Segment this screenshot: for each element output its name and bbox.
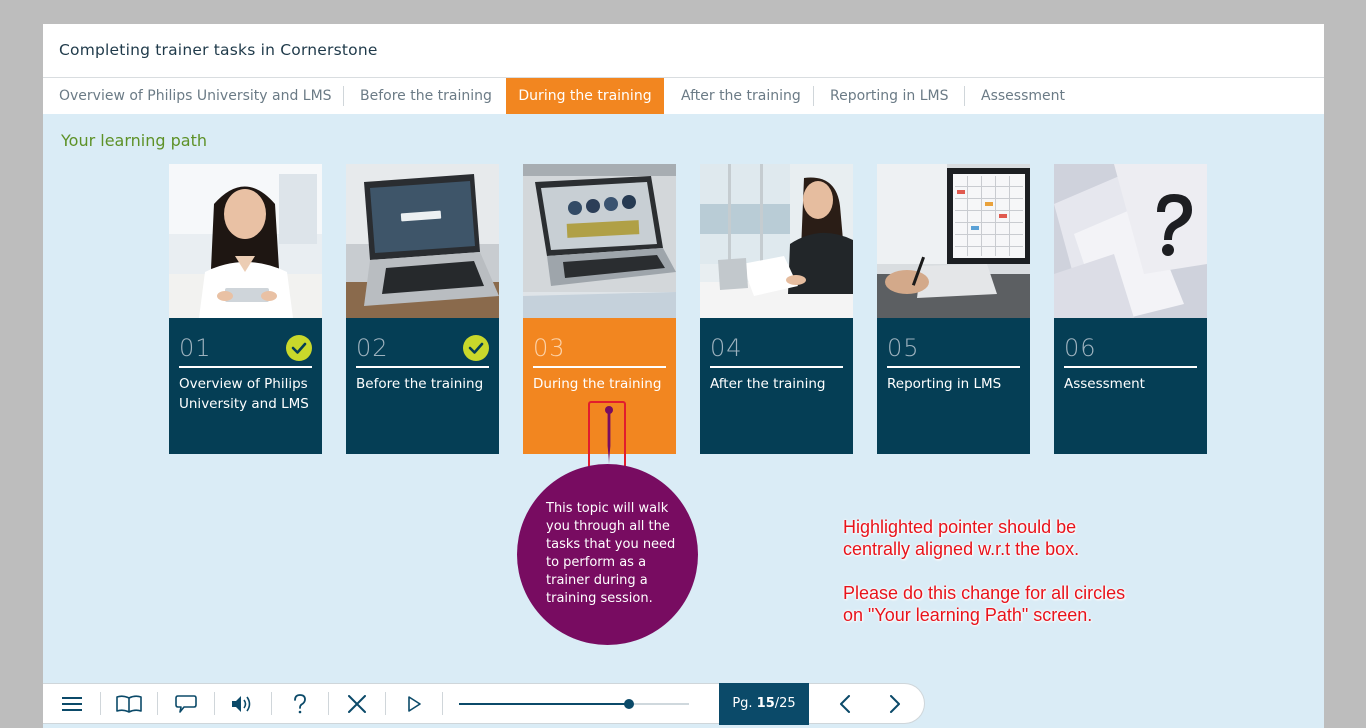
card-label: Assessment <box>1064 376 1145 392</box>
card-label: Before the training <box>356 376 484 392</box>
page-total: /25 <box>774 696 796 711</box>
card-panel: 02 Before the training <box>346 318 499 454</box>
previous-icon[interactable] <box>817 684 873 723</box>
play-icon[interactable] <box>386 684 442 723</box>
tooltip-text: This topic will walk you through all the… <box>546 501 676 606</box>
learning-card-06[interactable]: 06 Assessment <box>1054 164 1207 454</box>
close-icon[interactable] <box>329 684 385 723</box>
progress-slider[interactable] <box>459 699 689 709</box>
player-toolbar: Pg. 15/25 <box>43 683 925 725</box>
card-number: 06 <box>1064 334 1097 362</box>
card-label: Reporting in LMS <box>887 376 1002 392</box>
check-icon <box>286 335 312 361</box>
topic-tooltip: This topic will walk you through all the… <box>517 464 698 645</box>
menu-icon[interactable] <box>44 684 100 723</box>
section-title: Your learning path <box>61 131 207 150</box>
learning-card-01[interactable]: 01 Overview of Philips University and LM… <box>169 164 322 454</box>
woman-at-desk-image <box>700 164 853 318</box>
title-bar: Completing trainer tasks in Cornerstone <box>43 24 1324 78</box>
laptop-charts-image <box>523 164 676 318</box>
learning-card-04[interactable]: 04 After the training <box>700 164 853 454</box>
progress-knob[interactable] <box>624 699 635 709</box>
card-divider <box>710 366 843 368</box>
learning-card-05[interactable]: 05 Reporting in LMS <box>877 164 1030 454</box>
card-number: 02 <box>356 334 389 362</box>
card-label: During the training <box>533 376 662 392</box>
page-current: 15 <box>756 696 775 711</box>
page-prefix: Pg. <box>732 696 757 711</box>
tab-assessment[interactable]: Assessment <box>965 78 1081 114</box>
card-divider <box>887 366 1020 368</box>
progress-fill <box>459 703 630 705</box>
page-indicator: Pg. 15/25 <box>719 683 809 725</box>
card-divider <box>179 366 312 368</box>
check-icon <box>463 335 489 361</box>
tab-bar: Overview of Philips University and LMS B… <box>43 78 1324 114</box>
card-number: 01 <box>179 334 212 362</box>
learning-card-02[interactable]: 02 Before the training <box>346 164 499 454</box>
annotation-line: centrally aligned w.r.t the box. <box>843 539 1080 559</box>
tab-reporting[interactable]: Reporting in LMS <box>814 78 965 114</box>
calendar-monitor-image <box>877 164 1030 318</box>
tab-overview[interactable]: Overview of Philips University and LMS <box>43 78 348 114</box>
card-panel: 06 Assessment <box>1054 318 1207 454</box>
tab-during-training[interactable]: During the training <box>506 78 664 114</box>
card-panel: 01 Overview of Philips University and LM… <box>169 318 322 454</box>
tab-before-training[interactable]: Before the training <box>344 78 508 114</box>
review-annotation: Highlighted pointer should be centrally … <box>843 516 1125 626</box>
card-number: 05 <box>887 334 920 362</box>
book-icon[interactable] <box>101 684 157 723</box>
annotation-line: Please do this change for all circles <box>843 583 1126 603</box>
toolbar-divider <box>442 692 443 715</box>
card-number: 03 <box>533 334 566 362</box>
comment-icon[interactable] <box>158 684 214 723</box>
card-label: After the training <box>710 376 826 392</box>
course-title: Completing trainer tasks in Cornerstone <box>59 41 378 59</box>
woman-with-tablet-image <box>169 164 322 318</box>
card-divider <box>1064 366 1197 368</box>
card-panel: 04 After the training <box>700 318 853 454</box>
help-icon[interactable] <box>272 684 328 723</box>
card-divider <box>356 366 489 368</box>
card-number: 04 <box>710 334 743 362</box>
laptop-login-image <box>346 164 499 318</box>
annotation-line: on "Your learning Path" screen. <box>843 605 1093 625</box>
question-mark-papers-image <box>1054 164 1207 318</box>
next-icon[interactable] <box>867 684 923 723</box>
card-panel: 05 Reporting in LMS <box>877 318 1030 454</box>
card-divider <box>533 366 666 368</box>
course-window: Completing trainer tasks in Cornerstone … <box>43 24 1324 728</box>
audio-icon[interactable] <box>215 684 271 723</box>
highlight-box <box>588 401 626 473</box>
tab-after-training[interactable]: After the training <box>665 78 817 114</box>
annotation-line: Highlighted pointer should be <box>843 517 1077 537</box>
card-label: Overview of Philips University and LMS <box>179 376 309 412</box>
